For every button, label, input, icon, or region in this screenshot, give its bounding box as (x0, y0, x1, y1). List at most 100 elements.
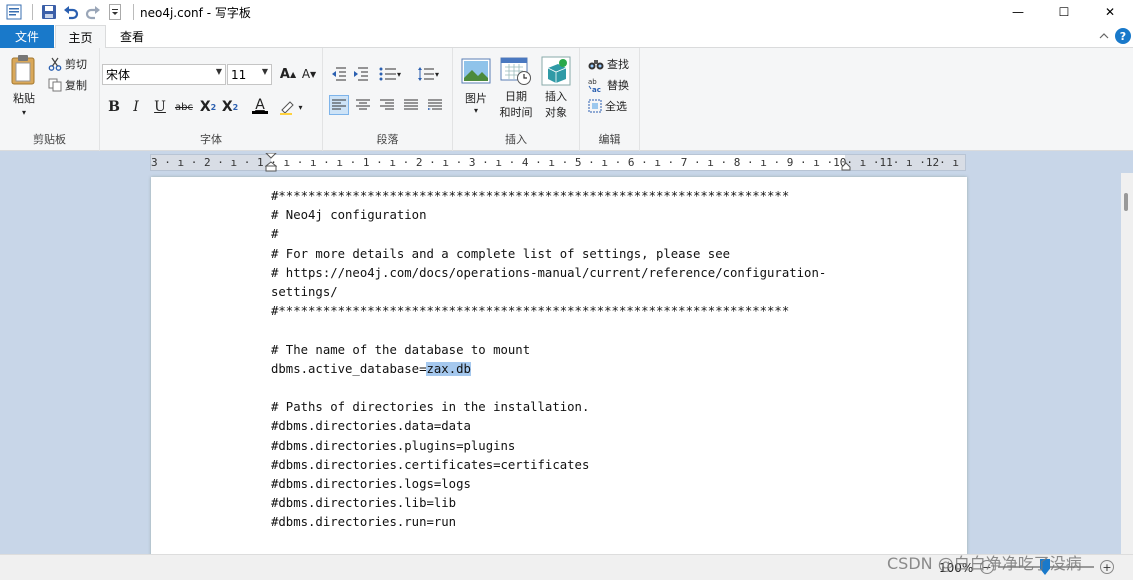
select-all-label: 全选 (605, 100, 627, 113)
undo-icon[interactable] (61, 2, 81, 22)
align-center-button[interactable] (353, 95, 373, 115)
font-size-dropdown-icon: ▼ (261, 67, 268, 76)
cut-label: 剪切 (65, 58, 87, 71)
scissors-icon (48, 57, 62, 71)
superscript-button[interactable]: X2 (220, 97, 240, 117)
active-database-key: dbms.active_database= (271, 361, 427, 376)
doc-line: # The name of the database to mount (271, 342, 531, 357)
selected-text[interactable]: zax.db (426, 361, 471, 376)
picture-dropdown-icon: ▾ (473, 106, 478, 115)
select-all-icon (588, 99, 602, 113)
font-size-select[interactable]: 11 ▼ (227, 64, 272, 85)
doc-line: # https://neo4j.com/docs/operations-manu… (271, 265, 827, 280)
right-indent-marker-icon[interactable] (841, 162, 851, 171)
maximize-button[interactable]: ☐ (1041, 0, 1087, 24)
paste-dropdown-icon[interactable]: ▾ (22, 108, 26, 117)
align-left-button[interactable] (329, 95, 349, 115)
bold-button[interactable]: B (104, 97, 124, 117)
italic-button[interactable]: I (126, 97, 146, 117)
collapse-ribbon-icon[interactable] (1097, 29, 1111, 43)
doc-line: #dbms.directories.plugins=plugins (271, 438, 516, 453)
doc-line: #***************************************… (271, 189, 790, 203)
replace-button[interactable]: ab ac 替换 (588, 77, 629, 93)
doc-line: #dbms.directories.certificates=certifica… (271, 457, 590, 472)
paste-icon (11, 55, 35, 85)
insert-object-button[interactable]: 插入 对象 (537, 56, 575, 120)
ruler[interactable]: 3 · ı · 2 · ı · 1 · ı · ı · ı · 1 · ı · … (150, 153, 967, 172)
document-page[interactable]: #***************************************… (151, 177, 967, 554)
doc-line-active-database: dbms.active_database=zax.db (271, 360, 826, 379)
paragraph-settings-button[interactable] (425, 95, 445, 115)
title-bar: neo4j.conf - 写字板 — ☐ ✕ (0, 0, 1133, 24)
doc-line: # For more details and a complete list o… (271, 246, 731, 261)
picture-label: 图片 (465, 92, 487, 105)
select-all-button[interactable]: 全选 (588, 98, 627, 114)
justify-icon (404, 99, 418, 110)
line-spacing-button[interactable]: ▾ (413, 64, 443, 84)
zoom-in-button[interactable]: + (1100, 560, 1114, 574)
insert-object-label-2: 对象 (545, 106, 567, 119)
wordpad-app-icon[interactable] (4, 2, 24, 22)
align-left-icon (332, 99, 346, 110)
copy-button[interactable]: 复制 (48, 77, 87, 93)
group-font: 宋体 ▼ 11 ▼ A ▲ A ▼ B I U abc X2 X2 A ▾ 字体 (100, 48, 323, 151)
minimize-button[interactable]: — (995, 0, 1041, 24)
bullets-button[interactable]: ▾ (375, 64, 405, 84)
decrease-indent-button[interactable] (329, 64, 349, 84)
window-title: neo4j.conf - 写字板 (140, 5, 251, 20)
replace-label: 替换 (607, 79, 629, 92)
svg-text:ab: ab (588, 78, 597, 86)
line-spacing-icon (417, 67, 434, 81)
align-right-button[interactable] (377, 95, 397, 115)
paste-button[interactable]: 粘贴 ▾ (6, 54, 42, 117)
close-button[interactable]: ✕ (1087, 0, 1133, 24)
doc-line: # (271, 227, 279, 242)
help-icon[interactable]: ? (1115, 28, 1131, 44)
scrollbar-thumb[interactable] (1124, 193, 1128, 211)
cut-button[interactable]: 剪切 (48, 56, 87, 72)
group-paragraph: ▾ ▾ 段落 (323, 48, 453, 151)
customize-qat-icon[interactable] (105, 2, 125, 22)
font-size-value: 11 (231, 67, 247, 82)
ribbon-home: 粘贴 ▾ 剪切 复制 剪贴板 宋体 ▼ 11 ▼ A ▲ A ▼ B I U abc… (0, 48, 1133, 151)
insert-group-label: 插入 (505, 133, 527, 146)
align-center-icon (356, 99, 370, 110)
copy-label: 复制 (65, 79, 87, 92)
find-button[interactable]: 查找 (588, 56, 629, 72)
editing-group-label: 编辑 (598, 133, 621, 146)
doc-line: # Paths of directories in the installati… (271, 400, 590, 415)
highlighter-icon (280, 101, 295, 115)
document-area: #***************************************… (0, 173, 1121, 554)
increase-indent-icon (354, 67, 368, 81)
redo-icon[interactable] (83, 2, 103, 22)
font-family-select[interactable]: 宋体 ▼ (102, 64, 226, 85)
subscript-button[interactable]: X2 (198, 97, 218, 117)
indent-marker-icon[interactable] (265, 153, 277, 172)
decrease-indent-icon (332, 67, 346, 81)
vertical-scrollbar[interactable] (1121, 173, 1133, 554)
tab-home[interactable]: 主页 (55, 25, 106, 49)
shrink-font-button[interactable]: A ▼ (299, 64, 319, 84)
document-text[interactable]: #***************************************… (271, 187, 826, 533)
font-family-dropdown-icon: ▼ (215, 67, 222, 76)
doc-line: #dbms.directories.logs=logs (271, 477, 471, 492)
save-icon[interactable] (39, 2, 59, 22)
picture-button[interactable]: 图片 ▾ (459, 58, 493, 115)
grow-font-button[interactable]: A ▲ (278, 64, 298, 84)
increase-indent-button[interactable] (351, 64, 371, 84)
group-insert: 图片 ▾ 日期 和时间 插入 对象 插入 (453, 48, 580, 151)
calendar-clock-icon (500, 57, 531, 85)
justify-button[interactable] (401, 95, 421, 115)
font-color-button[interactable]: A (246, 95, 274, 115)
doc-line: #***************************************… (271, 304, 790, 319)
picture-icon (461, 58, 491, 84)
paragraph-icon (428, 99, 442, 110)
doc-line: #dbms.directories.run=run (271, 515, 457, 530)
strikethrough-button[interactable]: abc (174, 97, 194, 117)
tab-file[interactable]: 文件 (0, 25, 54, 48)
underline-button[interactable]: U (150, 97, 170, 117)
tab-view[interactable]: 查看 (108, 25, 156, 48)
datetime-button[interactable]: 日期 和时间 (497, 56, 535, 120)
qat-separator-2 (133, 4, 134, 20)
highlight-color-button[interactable]: ▾ (276, 97, 306, 117)
